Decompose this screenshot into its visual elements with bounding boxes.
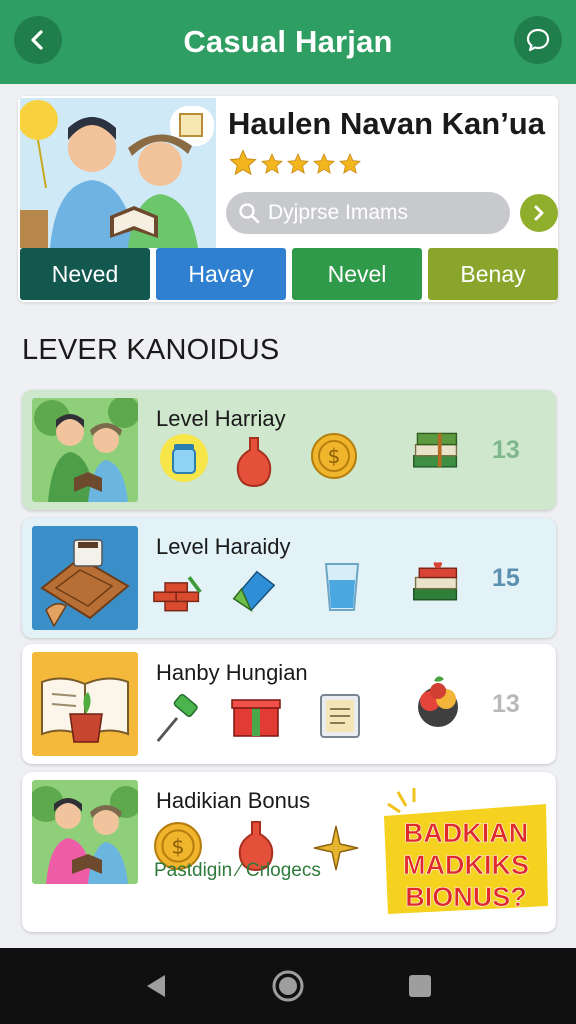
nav-back-button[interactable] <box>136 966 176 1006</box>
level-thumbnail <box>32 652 138 756</box>
star-icon <box>229 149 257 176</box>
profile-tabs: Neved Havay Nevel Benay <box>20 248 558 300</box>
chat-button[interactable] <box>514 16 562 64</box>
search-go-button[interactable] <box>520 194 558 232</box>
badge-line-3: BIONUS? <box>405 882 527 912</box>
page-title: Casual Harjan <box>183 24 393 59</box>
glass-icon <box>316 560 368 612</box>
level-title: Level Haraidy <box>156 534 291 559</box>
system-nav-bar <box>0 948 576 1024</box>
badge-line-2: MADKIKS <box>403 850 529 880</box>
books-icon <box>410 426 462 478</box>
bonus-row[interactable]: Hadikian Bonus $ Pastdigin ∕ Crlogecs BA… <box>22 772 556 932</box>
rating-stars <box>228 148 362 178</box>
profile-name: Haulen Navan Kan’ua <box>228 106 545 141</box>
profile-illustration <box>20 98 216 248</box>
svg-text:$: $ <box>171 834 184 858</box>
level-row[interactable]: Hanby Hungian 13 <box>22 644 556 764</box>
level-title: Level Harriay <box>156 406 286 431</box>
level-thumbnail <box>32 780 138 884</box>
tab-neved[interactable]: Neved <box>20 248 150 300</box>
level-row[interactable]: Level Harriay $ 13 <box>22 390 556 510</box>
chevron-left-icon <box>31 30 43 50</box>
level-thumbnail <box>32 398 138 502</box>
level-thumbnail <box>32 526 138 630</box>
search-placeholder: Dyjprse Imams <box>268 201 409 224</box>
vase-icon <box>228 436 280 488</box>
nav-home-button[interactable] <box>268 966 308 1006</box>
badge-line-1: BADKIAN <box>404 818 529 848</box>
level-title: Hadikian Bonus <box>156 788 311 813</box>
fruit-bowl-icon <box>412 674 464 727</box>
star-icon <box>339 153 361 174</box>
nav-recents-icon <box>409 975 431 997</box>
level-title: Hanby Hungian <box>156 660 308 685</box>
note-icon <box>314 690 366 742</box>
bricks-icon <box>152 568 204 620</box>
bonus-badge: BADKIAN MADKIKS BIONUS? <box>378 786 550 916</box>
gift-box-icon <box>230 690 282 742</box>
tab-nevel[interactable]: Nevel <box>292 248 422 300</box>
level-count: 15 <box>492 564 520 592</box>
chevron-right-icon <box>534 205 544 221</box>
chat-bubble-icon <box>526 28 550 52</box>
prism-icon <box>228 564 280 616</box>
level-count: 13 <box>492 690 520 718</box>
tab-benay[interactable]: Benay <box>428 248 558 300</box>
search-input[interactable]: Dyjprse Imams <box>226 192 510 234</box>
nav-recents-button[interactable] <box>400 966 440 1006</box>
svg-text:$: $ <box>328 444 341 468</box>
section-title: LEVER KANOIDUS <box>22 334 280 366</box>
bonus-footer-text: Pastdigin ∕ Crlogecs <box>154 860 321 881</box>
level-count: 13 <box>492 436 520 464</box>
tab-havay[interactable]: Havay <box>156 248 286 300</box>
pin-icon <box>152 692 204 744</box>
back-button[interactable] <box>14 16 62 64</box>
profile-card: Haulen Navan Kan’ua Dyjprse Imams Neved … <box>18 96 558 302</box>
app-header: Casual Harjan <box>0 0 576 84</box>
coin-icon: $ <box>308 430 360 482</box>
gift-books-icon <box>410 558 462 610</box>
jar-icon <box>158 432 210 484</box>
level-row[interactable]: Level Haraidy 15 <box>22 518 556 638</box>
star-icon <box>313 153 335 174</box>
nav-home-icon <box>272 970 304 1002</box>
star-icon <box>287 153 309 174</box>
search-icon <box>239 203 260 224</box>
star-icon <box>261 153 283 174</box>
nav-back-icon <box>147 975 165 997</box>
